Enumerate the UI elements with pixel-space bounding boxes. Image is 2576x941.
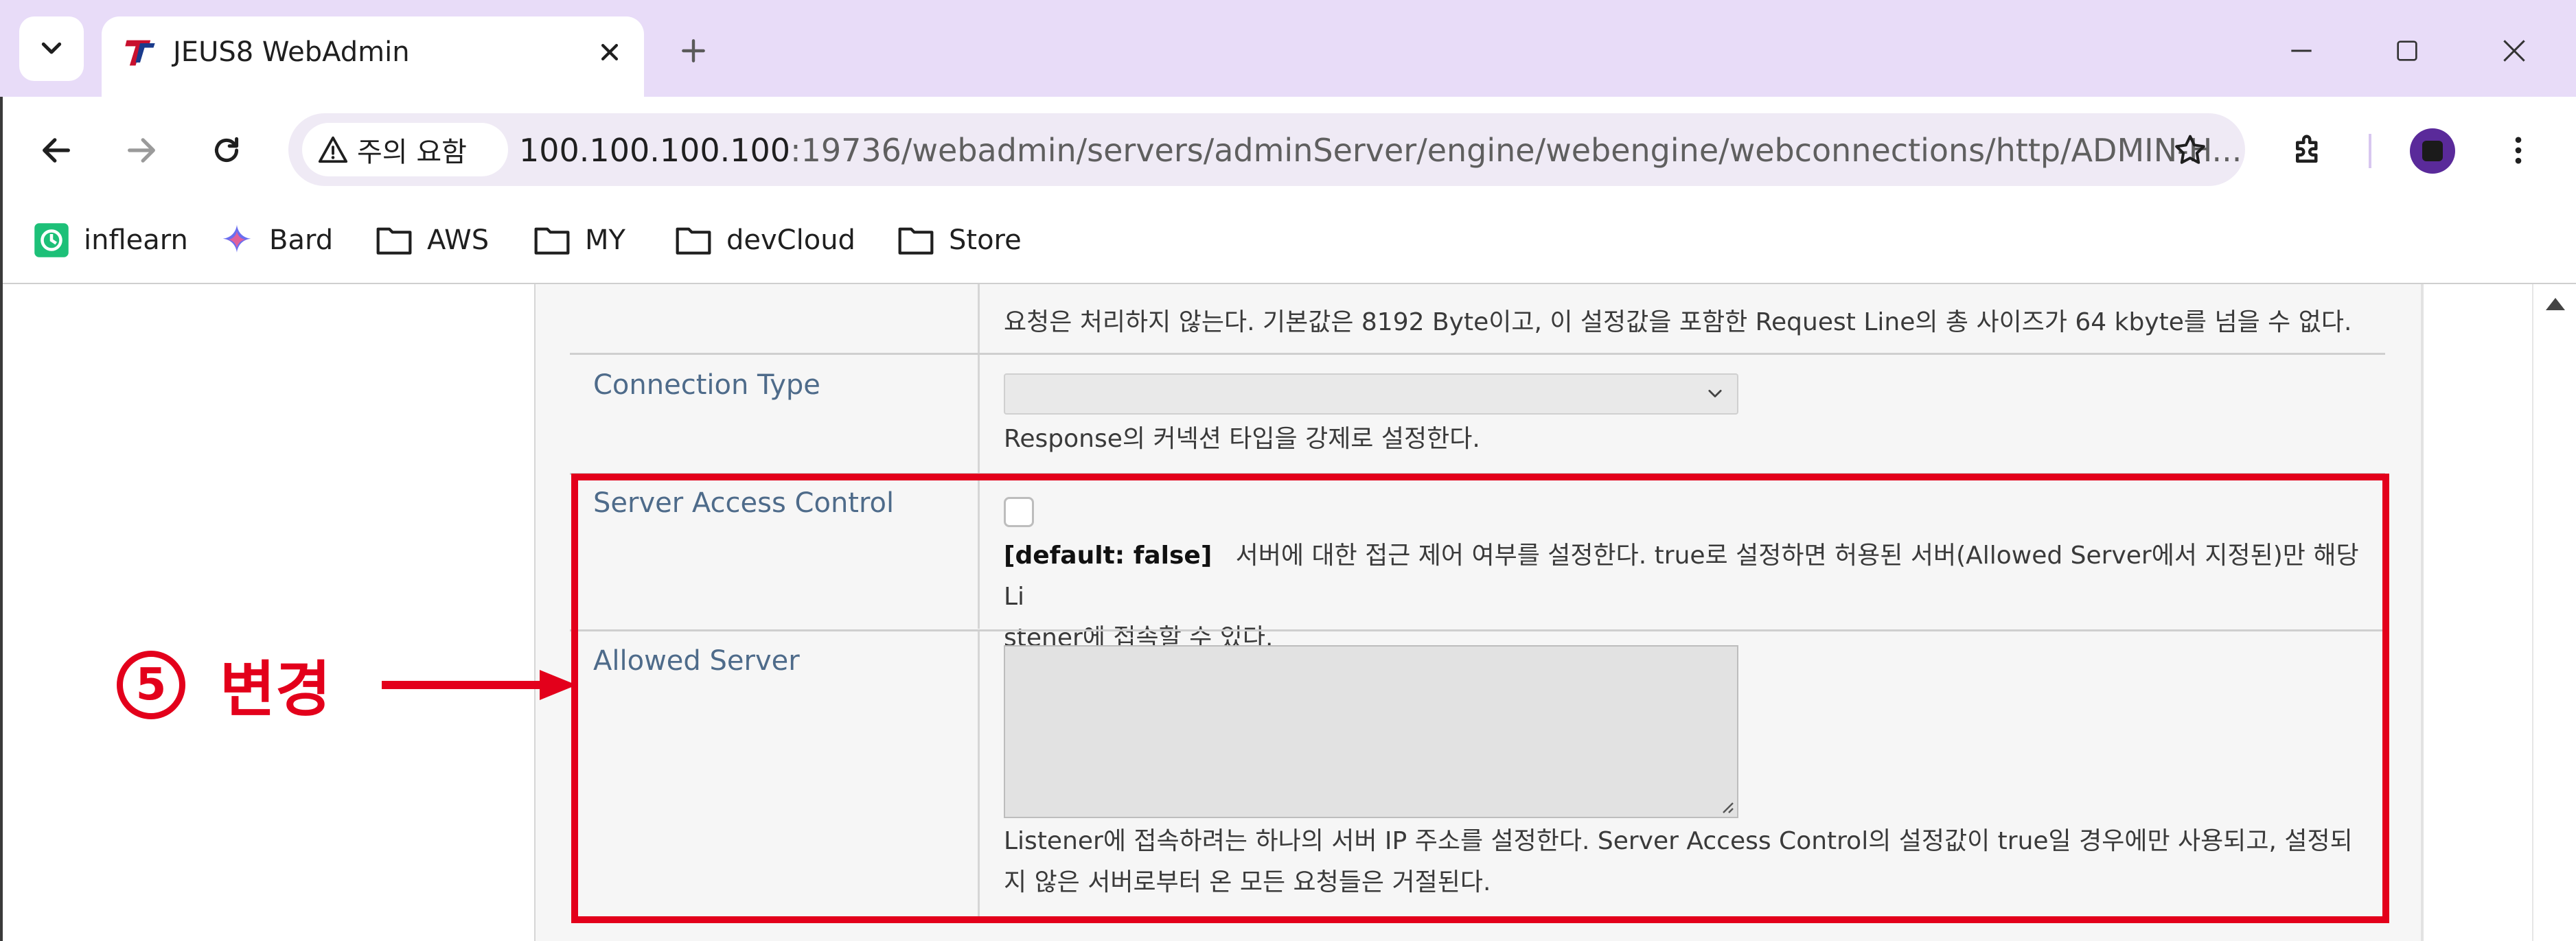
bookmark-label: Bard xyxy=(269,224,334,256)
chevron-down-icon xyxy=(1708,389,1722,397)
url-text[interactable]: 100.100.100.100:19736/webadmin/servers/a… xyxy=(519,131,2242,170)
window-frame xyxy=(0,97,3,941)
address-bar[interactable]: 주의 요함 100.100.100.100:19736/webadmin/ser… xyxy=(288,113,2245,186)
bookmark-inflearn[interactable]: inflearn xyxy=(33,221,188,259)
annotation-text: 변경 xyxy=(220,654,331,725)
star-icon xyxy=(2175,135,2205,164)
bookmarks-bar: inflearn Bard AWS MY devCloud Store xyxy=(0,203,2576,284)
browser-menu-button[interactable] xyxy=(2489,121,2547,179)
new-tab-button[interactable] xyxy=(673,30,714,71)
column-divider xyxy=(978,284,980,353)
jeus-favicon-icon xyxy=(125,40,155,66)
profile-avatar[interactable] xyxy=(2410,128,2455,174)
toolbar-separator xyxy=(2369,134,2371,168)
warning-triangle-icon xyxy=(318,136,348,163)
browser-toolbar: 주의 요함 100.100.100.100:19736/webadmin/ser… xyxy=(0,97,2576,203)
connection-type-select[interactable] xyxy=(1004,373,1738,415)
tab-strip: JEUS8 WebAdmin xyxy=(0,0,2576,97)
connection-type-description: Response의 커넥션 타입을 강제로 설정한다. xyxy=(1004,425,1480,453)
bookmark-store[interactable]: Store xyxy=(897,221,1022,259)
connection-type-label: Connection Type xyxy=(593,369,820,401)
folder-icon xyxy=(898,227,934,255)
minimize-button[interactable] xyxy=(2281,30,2322,71)
tab-close-button[interactable] xyxy=(592,34,628,70)
bookmark-label: Store xyxy=(949,224,1022,256)
minimize-icon xyxy=(2291,49,2312,52)
reload-button[interactable] xyxy=(198,121,255,179)
page-content: 요청은 처리하지 않는다. 기본값은 8192 Byte이고, 이 설정값을 포… xyxy=(0,284,2576,941)
reload-icon xyxy=(214,137,239,163)
inflearn-favicon-icon xyxy=(34,223,69,257)
row-divider xyxy=(570,353,2385,355)
active-tab[interactable]: JEUS8 WebAdmin xyxy=(102,16,644,97)
bookmark-star-button[interactable] xyxy=(2170,130,2211,171)
tab-title: JEUS8 WebAdmin xyxy=(173,36,410,68)
bookmark-aws[interactable]: AWS xyxy=(375,221,489,259)
close-icon xyxy=(2503,40,2525,62)
close-icon xyxy=(601,43,619,61)
puzzle-icon xyxy=(2296,135,2318,163)
arrow-right-icon xyxy=(382,670,577,700)
column-divider xyxy=(978,355,980,473)
left-navigation-pane xyxy=(0,284,536,941)
bookmark-my[interactable]: MY xyxy=(533,221,625,259)
maximize-icon xyxy=(2397,40,2417,61)
folder-icon xyxy=(376,227,412,255)
folder-icon xyxy=(676,227,711,255)
bookmark-label: devCloud xyxy=(726,224,855,256)
url-host: 100.100.100.100 xyxy=(519,132,791,169)
close-window-button[interactable] xyxy=(2494,30,2535,71)
prev-setting-description: 요청은 처리하지 않는다. 기본값은 8192 Byte이고, 이 설정값을 포… xyxy=(1004,308,2352,336)
arrow-right-icon xyxy=(128,138,155,163)
annotation-label: 5 변경 xyxy=(117,641,331,728)
bookmark-devcloud[interactable]: devCloud xyxy=(674,221,855,259)
bookmark-label: MY xyxy=(585,224,625,256)
plus-icon xyxy=(682,39,705,62)
highlight-box xyxy=(571,474,2389,923)
bookmark-label: inflearn xyxy=(84,224,188,256)
bard-sparkle-icon xyxy=(222,224,251,253)
bookmark-label: AWS xyxy=(427,224,490,256)
folder-icon xyxy=(534,227,570,255)
panel-border xyxy=(2421,284,2424,941)
arrow-left-icon xyxy=(43,138,70,163)
annotation-step-number: 5 xyxy=(117,650,185,719)
back-button[interactable] xyxy=(27,121,85,179)
scroll-up-arrow-icon[interactable] xyxy=(2546,298,2565,310)
security-warning-chip[interactable]: 주의 요함 xyxy=(302,123,508,176)
kebab-menu-icon xyxy=(2515,137,2522,164)
avatar-image xyxy=(2422,141,2443,161)
security-warning-text: 주의 요함 xyxy=(357,137,467,168)
tab-search-dropdown-button[interactable] xyxy=(19,16,84,81)
maximize-button[interactable] xyxy=(2387,30,2428,71)
vertical-scrollbar[interactable] xyxy=(2532,284,2576,941)
extensions-button[interactable] xyxy=(2279,121,2337,179)
chevron-down-icon xyxy=(41,42,62,54)
url-path: :19736/webadmin/servers/adminServer/engi… xyxy=(790,132,2242,169)
bookmark-bard[interactable]: Bard xyxy=(218,221,333,259)
forward-button[interactable] xyxy=(113,121,170,179)
